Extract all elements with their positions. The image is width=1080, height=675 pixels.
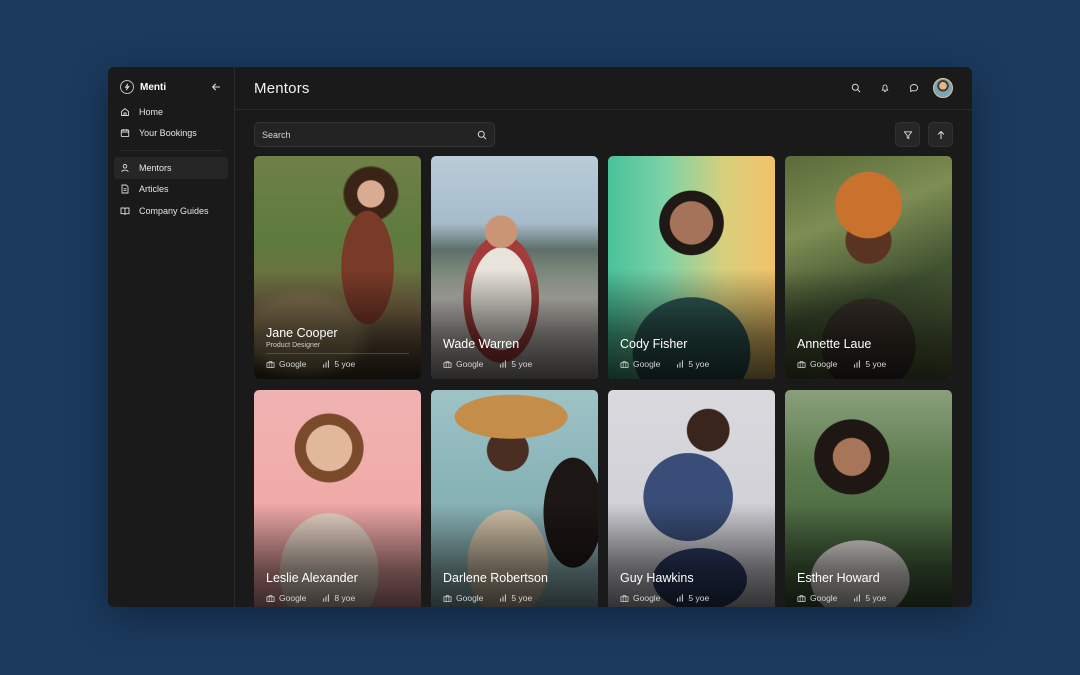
- sidebar-item-label: Your Bookings: [139, 128, 197, 139]
- mentor-experience: 5 yoe: [688, 359, 710, 369]
- bar-chart-icon: [323, 594, 330, 602]
- mentor-experience: 5 yoe: [865, 593, 887, 603]
- sidebar-item-home[interactable]: Home: [114, 101, 228, 123]
- mentor-card[interactable]: Jane Cooper Product Designer Google 5 yo…: [254, 156, 421, 379]
- search-button[interactable]: [846, 78, 866, 98]
- mentor-company: Google: [633, 359, 661, 369]
- mentor-experience: 8 yoe: [334, 593, 356, 603]
- briefcase-icon: [266, 360, 275, 368]
- mentor-card[interactable]: Wade Warren Google 5 yoe: [431, 156, 598, 379]
- main-content: Mentors Search Jane Cooper Product Desig…: [235, 67, 972, 607]
- mentor-meta: Google 5 yoe: [443, 359, 586, 369]
- bar-chart-icon: [854, 360, 861, 368]
- mentor-card[interactable]: Esther Howard Google 5 yoe: [785, 390, 952, 607]
- mentor-name: Darlene Robertson: [443, 571, 548, 585]
- mentor-card[interactable]: Cody Fisher Google 5 yoe: [608, 156, 775, 379]
- header: Mentors: [235, 67, 972, 110]
- briefcase-icon: [443, 594, 452, 602]
- mentor-name: Esther Howard: [797, 571, 880, 585]
- brand: Menti: [114, 79, 228, 95]
- search-icon: [477, 130, 487, 139]
- mentor-experience: 5 yoe: [334, 359, 356, 369]
- mentor-card[interactable]: Guy Hawkins Google 5 yoe: [608, 390, 775, 607]
- briefcase-icon: [620, 360, 629, 368]
- home-icon: [120, 107, 130, 117]
- mentor-name: Wade Warren: [443, 337, 520, 351]
- mentor-company: Google: [279, 359, 307, 369]
- filter-icon: [903, 130, 912, 139]
- briefcase-icon: [797, 594, 806, 602]
- toolbar: [254, 122, 953, 147]
- mentor-name: Jane Cooper: [266, 326, 338, 340]
- mentor-card[interactable]: Leslie Alexander Google 8 yoe: [254, 390, 421, 607]
- logo-icon: [120, 80, 134, 94]
- filter-button[interactable]: [895, 122, 920, 147]
- mentor-card[interactable]: Darlene Robertson Google 5 yoe: [431, 390, 598, 607]
- collapse-sidebar-icon[interactable]: [210, 81, 222, 93]
- sidebar-item-company-guides[interactable]: Company Guides: [114, 200, 228, 222]
- mentor-name: Cody Fisher: [620, 337, 688, 351]
- mentor-experience: 5 yoe: [688, 593, 710, 603]
- mentor-experience: 5 yoe: [865, 359, 887, 369]
- bar-chart-icon: [500, 594, 507, 602]
- briefcase-icon: [620, 594, 629, 602]
- sidebar-item-label: Company Guides: [139, 205, 209, 216]
- mentor-meta: Google 5 yoe: [620, 359, 763, 369]
- mentor-meta: Google 5 yoe: [443, 593, 586, 603]
- mentor-experience: 5 yoe: [511, 359, 533, 369]
- mentor-meta: Google 5 yoe: [797, 593, 940, 603]
- briefcase-icon: [797, 360, 806, 368]
- sort-button[interactable]: [928, 122, 953, 147]
- mentor-meta: Google 5 yoe: [620, 593, 763, 603]
- chat-icon: [909, 84, 919, 92]
- sidebar-item-label: Mentors: [139, 162, 172, 173]
- briefcase-icon: [266, 594, 275, 602]
- mentor-company: Google: [633, 593, 661, 603]
- search-field[interactable]: [254, 122, 495, 147]
- page-title: Mentors: [254, 79, 310, 97]
- messages-button[interactable]: [904, 78, 924, 98]
- bar-chart-icon: [677, 360, 684, 368]
- calendar-icon: [120, 128, 130, 138]
- mentor-meta: Google 5 yoe: [266, 353, 409, 369]
- sidebar: Menti Home Your Bookings Mentors Article…: [108, 67, 235, 607]
- sidebar-divider: [120, 150, 222, 151]
- bar-chart-icon: [854, 594, 861, 602]
- mentor-company: Google: [279, 593, 307, 603]
- mentor-grid: Jane Cooper Product Designer Google 5 yo…: [254, 156, 953, 607]
- user-icon: [120, 163, 130, 173]
- briefcase-icon: [443, 360, 452, 368]
- mentor-company: Google: [810, 593, 838, 603]
- mentor-company: Google: [810, 359, 838, 369]
- mentor-company: Google: [456, 359, 484, 369]
- mentor-role: Product Designer: [266, 342, 321, 349]
- search-icon: [851, 83, 861, 93]
- bar-chart-icon: [500, 360, 507, 368]
- bell-icon: [881, 84, 889, 93]
- mentor-meta: Google 5 yoe: [797, 359, 940, 369]
- sidebar-item-mentors[interactable]: Mentors: [114, 157, 228, 179]
- mentor-name: Annette Laue: [797, 337, 872, 351]
- mentor-meta: Google 8 yoe: [266, 593, 409, 603]
- bar-chart-icon: [677, 594, 684, 602]
- sidebar-item-bookings[interactable]: Your Bookings: [114, 123, 228, 145]
- mentor-experience: 5 yoe: [511, 593, 533, 603]
- document-icon: [120, 184, 130, 194]
- sidebar-item-label: Home: [139, 106, 164, 117]
- notifications-button[interactable]: [875, 78, 895, 98]
- sidebar-item-articles[interactable]: Articles: [114, 179, 228, 201]
- mentor-name: Guy Hawkins: [620, 571, 694, 585]
- sidebar-item-label: Articles: [139, 184, 169, 195]
- book-icon: [120, 206, 130, 216]
- mentor-name: Leslie Alexander: [266, 571, 358, 585]
- app-window: Menti Home Your Bookings Mentors Article…: [108, 67, 972, 607]
- mentor-card[interactable]: Annette Laue Google 5 yoe: [785, 156, 952, 379]
- arrow-up-icon: [937, 130, 944, 139]
- bar-chart-icon: [323, 360, 330, 368]
- mentor-company: Google: [456, 593, 484, 603]
- search-input[interactable]: [262, 129, 462, 140]
- brand-name: Menti: [140, 81, 167, 93]
- avatar[interactable]: [933, 78, 953, 98]
